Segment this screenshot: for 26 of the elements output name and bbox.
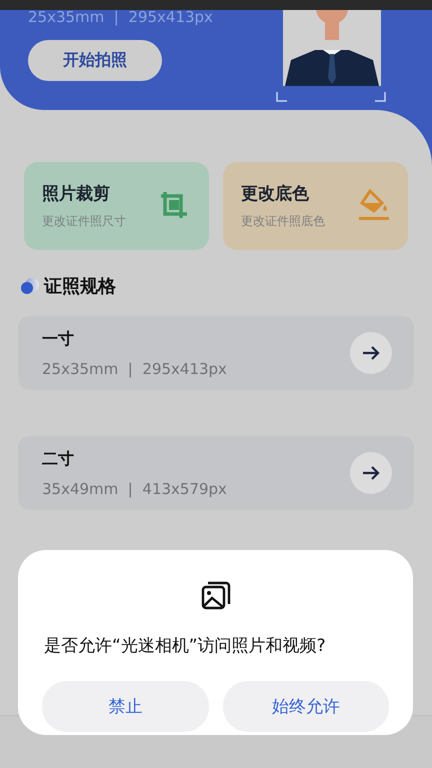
tool-card[interactable]: 照片裁剪 更改证件照尺寸 xyxy=(24,162,209,250)
tool-title: 照片裁剪 xyxy=(42,183,111,205)
arrow-right-icon xyxy=(362,345,380,361)
spec-card[interactable]: 一寸 25x35mm | 295x413px xyxy=(18,316,414,390)
spec-size: 25x35mm | 295x413px xyxy=(42,360,227,378)
section-title: 证照规格 xyxy=(44,275,116,298)
photo-size-text: 25x35mm | 295x413px xyxy=(28,8,213,26)
section-bullet-icon xyxy=(20,277,40,295)
tool-subtitle: 更改证件照底色 xyxy=(241,213,325,230)
gallery-icon xyxy=(200,580,230,610)
spec-size: 35x49mm | 413x579px xyxy=(42,480,227,498)
tool-card[interactable]: 更改底色 更改证件照底色 xyxy=(223,162,408,250)
arrow-button[interactable] xyxy=(350,332,392,374)
paint-bucket-icon xyxy=(358,189,390,223)
frame-corners-icon xyxy=(276,92,386,102)
arrow-right-icon xyxy=(362,465,380,481)
tool-title: 更改底色 xyxy=(241,183,310,205)
permission-message: 是否允许“光迷相机”访问照片和视频? xyxy=(44,635,326,657)
arrow-button[interactable] xyxy=(350,452,392,494)
spec-name: 一寸 xyxy=(42,328,75,350)
spec-card[interactable]: 二寸 35x49mm | 413x579px xyxy=(18,436,414,510)
tool-subtitle: 更改证件照尺寸 xyxy=(42,213,126,230)
spec-name: 二寸 xyxy=(42,448,75,470)
allow-button[interactable]: 始终允许 xyxy=(222,681,389,732)
deny-button[interactable]: 禁止 xyxy=(42,681,208,732)
start-photo-button[interactable]: 开始拍照 xyxy=(28,40,162,81)
